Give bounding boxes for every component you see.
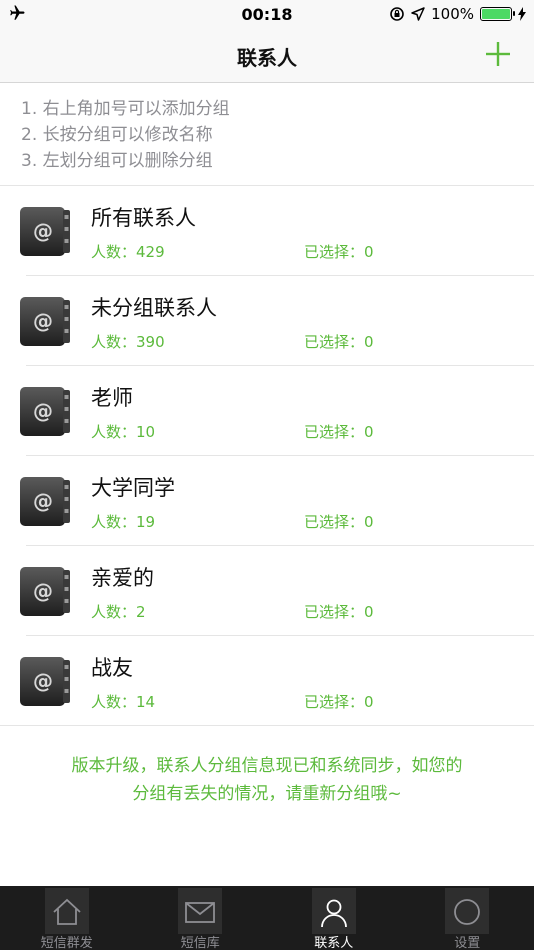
address-book-icon: @ bbox=[19, 295, 72, 348]
selected-count: 已选择：0 bbox=[304, 241, 374, 262]
address-book-icon: @ bbox=[19, 205, 72, 258]
selected-count: 已选择：0 bbox=[304, 331, 374, 352]
page-title: 联系人 bbox=[0, 42, 534, 71]
address-book-icon: @ bbox=[19, 385, 72, 438]
tip-line: 3. 左划分组可以删除分组 bbox=[21, 148, 230, 174]
group-row[interactable]: @ 大学同学 人数：19 已选择：0 bbox=[0, 456, 534, 546]
location-icon bbox=[411, 7, 425, 21]
tab-bar: 短信群发 短信库 联系人 设置 bbox=[0, 886, 534, 950]
svg-text:@: @ bbox=[33, 489, 53, 513]
navigation-bar: 联系人 bbox=[0, 28, 534, 83]
row-divider bbox=[0, 725, 534, 726]
upgrade-notice: 版本升级，联系人分组信息现已和系统同步，如您的 分组有丢失的情况，请重新分组哦~ bbox=[0, 752, 534, 808]
svg-text:@: @ bbox=[33, 219, 53, 243]
battery-icon bbox=[480, 7, 512, 21]
notice-line: 版本升级，联系人分组信息现已和系统同步，如您的 bbox=[0, 752, 534, 780]
address-book-icon: @ bbox=[19, 655, 72, 708]
group-name: 亲爱的 bbox=[91, 562, 154, 592]
group-row[interactable]: @ 亲爱的 人数：2 已选择：0 bbox=[0, 546, 534, 636]
selected-count: 已选择：0 bbox=[304, 691, 374, 712]
svg-text:@: @ bbox=[33, 399, 53, 423]
group-row[interactable]: @ 未分组联系人 人数：390 已选择：0 bbox=[0, 276, 534, 366]
svg-text:@: @ bbox=[33, 669, 53, 693]
tab-label: 设置 bbox=[401, 932, 534, 951]
envelope-icon bbox=[184, 896, 216, 928]
address-book-icon: @ bbox=[19, 565, 72, 618]
tip-line: 2. 长按分组可以修改名称 bbox=[21, 122, 230, 148]
address-book-icon: @ bbox=[19, 475, 72, 528]
group-row[interactable]: @ 老师 人数：10 已选择：0 bbox=[0, 366, 534, 456]
tab-sms-library[interactable]: 短信库 bbox=[134, 886, 268, 950]
tab-settings[interactable]: 设置 bbox=[401, 886, 534, 950]
member-count: 人数：390 bbox=[91, 331, 165, 352]
tab-label: 联系人 bbox=[267, 932, 401, 951]
tip-line: 1. 右上角加号可以添加分组 bbox=[21, 96, 230, 122]
home-icon bbox=[51, 896, 83, 928]
member-count: 人数：19 bbox=[91, 511, 155, 532]
battery-percent: 100% bbox=[431, 5, 474, 23]
selected-count: 已选择：0 bbox=[304, 511, 374, 532]
group-row[interactable]: @ 所有联系人 人数：429 已选择：0 bbox=[0, 186, 534, 276]
group-name: 老师 bbox=[91, 382, 133, 412]
charging-icon bbox=[518, 7, 526, 21]
tab-label: 短信库 bbox=[134, 932, 268, 951]
group-name: 所有联系人 bbox=[91, 202, 196, 232]
notice-line: 分组有丢失的情况，请重新分组哦~ bbox=[0, 780, 534, 808]
status-right: 100% bbox=[389, 4, 526, 24]
member-count: 人数：429 bbox=[91, 241, 165, 262]
tab-sms-broadcast[interactable]: 短信群发 bbox=[0, 886, 134, 950]
group-name: 大学同学 bbox=[91, 472, 175, 502]
svg-text:@: @ bbox=[33, 309, 53, 333]
member-count: 人数：10 bbox=[91, 421, 155, 442]
selected-count: 已选择：0 bbox=[304, 601, 374, 622]
tab-contacts[interactable]: 联系人 bbox=[267, 886, 401, 950]
group-name: 战友 bbox=[91, 652, 133, 682]
circle-icon bbox=[451, 896, 483, 928]
status-bar: 00:18 100% bbox=[0, 0, 534, 28]
tab-label: 短信群发 bbox=[0, 932, 134, 951]
group-list: @ 所有联系人 人数：429 已选择：0 @ 未分组联系人 人数：390 已选择… bbox=[0, 186, 534, 726]
rotation-lock-icon bbox=[389, 6, 405, 22]
selected-count: 已选择：0 bbox=[304, 421, 374, 442]
member-count: 人数：14 bbox=[91, 691, 155, 712]
group-row[interactable]: @ 战友 人数：14 已选择：0 bbox=[0, 636, 534, 726]
instructions: 1. 右上角加号可以添加分组 2. 长按分组可以修改名称 3. 左划分组可以删除… bbox=[21, 96, 230, 174]
person-icon bbox=[318, 896, 350, 928]
member-count: 人数：2 bbox=[91, 601, 146, 622]
svg-text:@: @ bbox=[33, 579, 53, 603]
group-name: 未分组联系人 bbox=[91, 292, 217, 322]
add-group-button[interactable] bbox=[484, 40, 512, 68]
